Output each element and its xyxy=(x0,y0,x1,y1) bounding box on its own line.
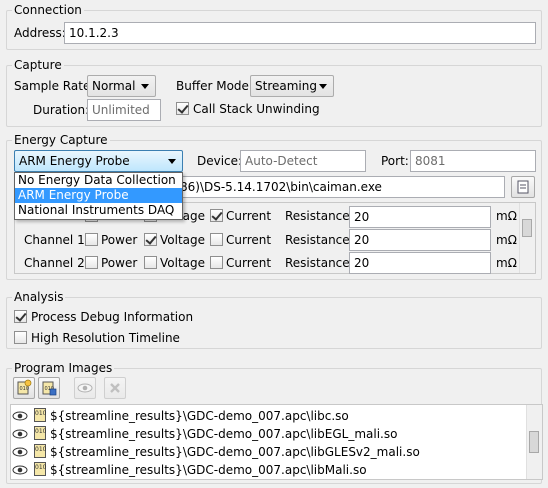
add-file-icon: 010 xyxy=(17,379,32,395)
program-images-title: Program Images xyxy=(12,361,115,375)
binary-file-icon: 010 xyxy=(34,462,46,476)
channel-1-power-label: Power xyxy=(101,233,138,247)
program-image-path: ${streamline_results}\GDC-demo_007.apc\l… xyxy=(50,445,420,459)
analysis-title: Analysis xyxy=(12,290,66,304)
eye-icon xyxy=(77,383,93,393)
channel-1-power-checkbox[interactable] xyxy=(85,233,98,246)
energy-capture-title: Energy Capture xyxy=(12,133,110,147)
add-from-device-button[interactable]: 010 xyxy=(38,377,60,399)
channel-scrollbar[interactable] xyxy=(519,203,535,273)
channel-1-current-label: Current xyxy=(226,233,272,247)
dropdown-option-ni-daq[interactable]: National Instruments DAQ xyxy=(15,203,182,218)
call-stack-checkbox[interactable] xyxy=(176,102,189,115)
duration-label: Duration: xyxy=(33,103,90,117)
channel-0-current-label: Current xyxy=(226,209,272,223)
channel-0-resistance-label: Resistance: xyxy=(285,209,354,223)
dropdown-option-none[interactable]: No Energy Data Collection xyxy=(15,173,182,188)
chevron-down-icon xyxy=(168,159,176,164)
channel-0-unit: mΩ xyxy=(496,209,517,223)
channel-1-unit: mΩ xyxy=(496,233,517,247)
device-input[interactable]: Auto-Detect xyxy=(240,150,366,172)
process-debug-checkbox[interactable] xyxy=(14,310,27,323)
channel-2-voltage-label: Voltage xyxy=(160,256,206,270)
high-res-timeline-checkbox[interactable] xyxy=(14,331,27,344)
buffer-mode-select[interactable]: Streaming xyxy=(250,75,334,97)
scroll-thumb[interactable] xyxy=(522,219,532,237)
chevron-down-icon xyxy=(319,84,327,89)
add-file-button[interactable]: 010 xyxy=(13,377,35,399)
channel-0-current-checkbox[interactable] xyxy=(210,209,223,222)
call-stack-label: Call Stack Unwinding xyxy=(193,102,320,116)
sample-rate-value: Normal xyxy=(92,79,136,93)
channel-2-resistance-label: Resistance: xyxy=(285,256,354,270)
channel-2-unit: mΩ xyxy=(496,256,517,270)
program-image-path: ${streamline_results}\GDC-demo_007.apc\l… xyxy=(50,409,349,423)
add-from-device-icon: 010 xyxy=(42,381,57,396)
eye-icon[interactable] xyxy=(12,411,28,421)
binary-file-icon: 010 xyxy=(34,408,46,422)
channel-2-label: Channel 2: xyxy=(24,256,89,270)
eye-icon[interactable] xyxy=(12,429,28,439)
channel-2-voltage-checkbox[interactable] xyxy=(144,256,157,269)
address-label: Address: xyxy=(14,26,66,40)
browse-icon xyxy=(517,180,529,194)
buffer-mode-value: Streaming xyxy=(255,79,317,93)
channel-1-voltage-label: Voltage xyxy=(160,233,206,247)
address-input[interactable]: 10.1.2.3 xyxy=(64,22,536,44)
channel-1-voltage-checkbox[interactable] xyxy=(144,233,157,246)
list-item[interactable]: 010 ${streamline_results}\GDC-demo_007.a… xyxy=(12,443,522,461)
caiman-path-input[interactable]: 86)\DS-5.14.1702\bin\caiman.exe xyxy=(175,176,505,198)
buffer-mode-label: Buffer Mode: xyxy=(176,79,253,93)
channel-2-power-checkbox[interactable] xyxy=(85,256,98,269)
energy-probe-dropdown[interactable]: No Energy Data Collection ARM Energy Pro… xyxy=(14,172,183,220)
toggle-visibility-button[interactable] xyxy=(74,377,96,399)
program-images-scrollbar[interactable] xyxy=(526,405,542,479)
sample-rate-select[interactable]: Normal xyxy=(87,75,156,97)
list-item[interactable]: 010 ${streamline_results}\GDC-demo_007.a… xyxy=(12,425,522,443)
dropdown-option-arm-energy-probe[interactable]: ARM Energy Probe xyxy=(15,188,182,203)
program-image-path: ${streamline_results}\GDC-demo_007.apc\l… xyxy=(50,427,398,441)
program-image-path: ${streamline_results}\GDC-demo_007.apc\l… xyxy=(50,463,367,477)
channel-2-resistance-input[interactable]: 20 xyxy=(349,252,491,274)
channel-1-resistance-input[interactable]: 20 xyxy=(349,229,491,251)
list-item[interactable]: 010 ${streamline_results}\GDC-demo_007.a… xyxy=(12,461,522,479)
channel-1-label: Channel 1: xyxy=(24,233,89,247)
port-input[interactable]: 8081 xyxy=(410,150,536,172)
port-label: Port: xyxy=(381,154,409,168)
channel-1-resistance-label: Resistance: xyxy=(285,233,354,247)
binary-file-icon: 010 xyxy=(34,426,46,440)
duration-input[interactable]: Unlimited xyxy=(87,99,161,121)
scroll-thumb[interactable] xyxy=(529,431,539,453)
eye-icon[interactable] xyxy=(12,465,28,475)
channel-2-current-checkbox[interactable] xyxy=(210,256,223,269)
connection-title: Connection xyxy=(12,3,84,17)
list-item[interactable]: 010 ${streamline_results}\GDC-demo_007.a… xyxy=(12,407,522,425)
channel-1-current-checkbox[interactable] xyxy=(210,233,223,246)
process-debug-label: Process Debug Information xyxy=(31,310,194,324)
high-res-timeline-label: High Resolution Timeline xyxy=(31,331,180,345)
svg-text:010: 010 xyxy=(20,386,30,392)
remove-button[interactable] xyxy=(104,377,126,399)
energy-probe-select[interactable]: ARM Energy Probe xyxy=(14,150,183,172)
device-label: Device: xyxy=(197,154,243,168)
remove-icon xyxy=(110,383,120,393)
chevron-down-icon xyxy=(141,84,149,89)
channel-2-power-label: Power xyxy=(101,256,138,270)
browse-button[interactable] xyxy=(511,176,535,198)
energy-probe-value: ARM Energy Probe xyxy=(19,154,130,168)
channel-2-current-label: Current xyxy=(226,256,272,270)
eye-icon[interactable] xyxy=(12,447,28,457)
capture-title: Capture xyxy=(12,58,64,72)
channel-0-resistance-input[interactable]: 20 xyxy=(349,206,491,228)
sample-rate-label: Sample Rate: xyxy=(14,79,95,93)
binary-file-icon: 010 xyxy=(34,444,46,458)
